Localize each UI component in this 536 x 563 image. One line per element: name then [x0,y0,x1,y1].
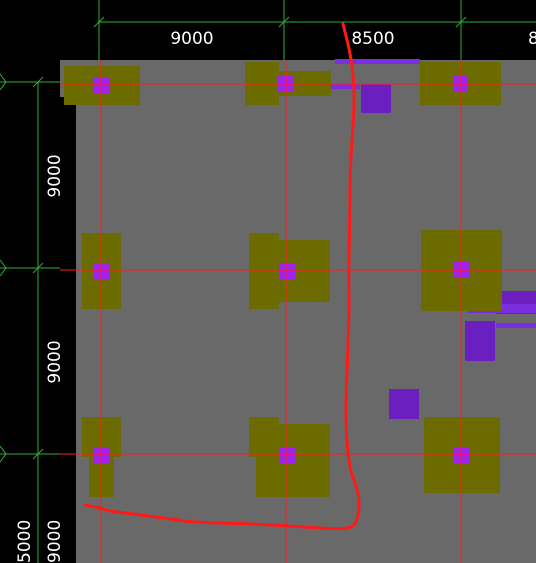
footing-b2[interactable] [249,233,279,309]
left-dimension-lines [0,73,60,563]
equipment-block-3[interactable] [465,321,495,361]
left-dimension-label-2: 9000 [45,340,65,383]
equipment-connector[interactable] [330,84,360,89]
left-dimension-label-4: 9000 [45,520,65,563]
equipment-pipe-2[interactable] [496,323,536,328]
equipment-top-bar[interactable] [335,59,420,64]
equipment-block-4[interactable] [389,389,419,419]
left-dimension-label-3: 5000 [15,520,35,563]
top-dimension-label-1: 9000 [170,29,213,49]
top-dimension-label-2: 8500 [351,29,394,49]
column-b2[interactable] [279,263,295,279]
left-dimension-label-1: 9000 [45,154,65,197]
top-dimension-lines [93,0,536,60]
column-a1[interactable] [94,77,110,93]
column-c2[interactable] [279,447,295,463]
equipment-block-1[interactable] [361,84,391,113]
top-dimension-label-3: 8 [528,29,536,49]
cad-drawing-canvas[interactable]: 9000 8500 8 9000 9000 5000 9000 [0,0,536,563]
